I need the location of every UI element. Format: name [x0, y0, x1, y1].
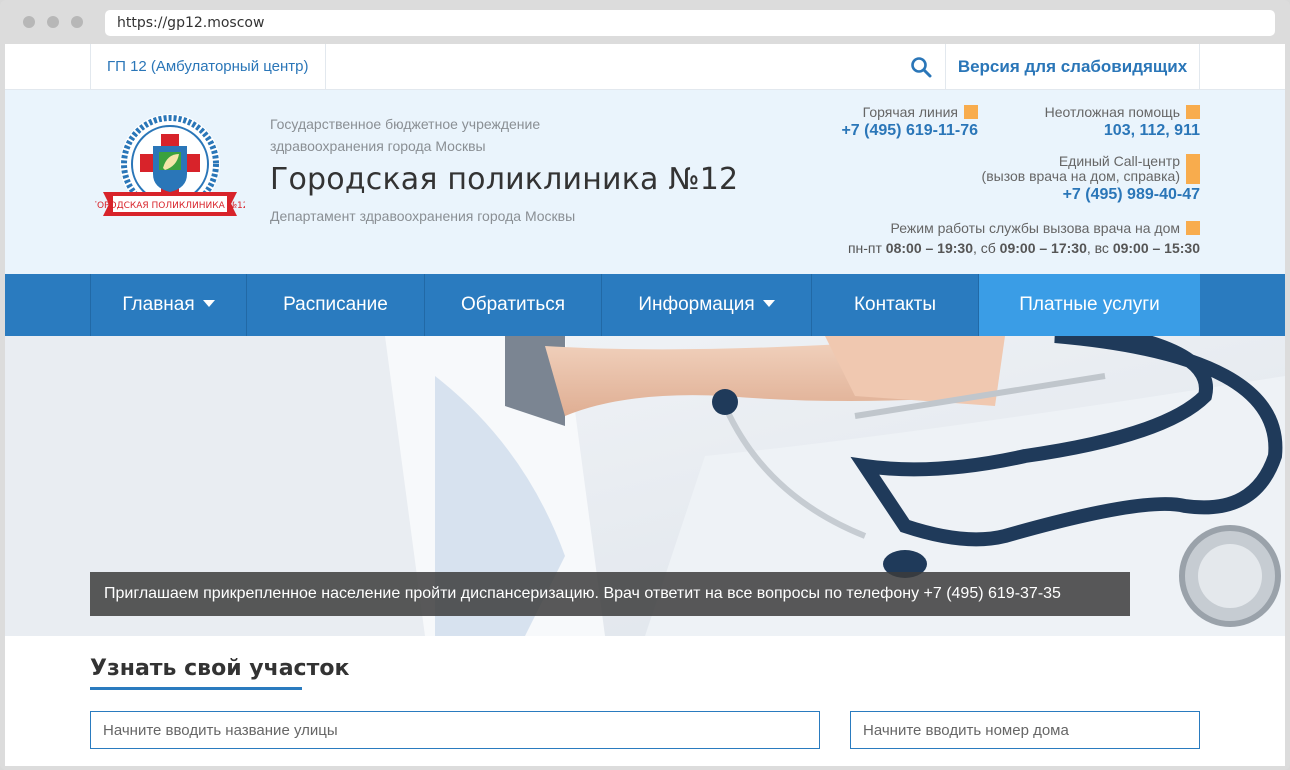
brand-link[interactable]: ГП 12 (Амбулаторный центр)	[90, 44, 326, 90]
urgent-care-block: Неотложная помощь 103, 112, 911	[1045, 104, 1200, 140]
window-minimize-dot[interactable]	[47, 16, 59, 28]
street-input[interactable]	[90, 711, 820, 749]
browser-toolbar: https://gp12.moscow	[0, 0, 1290, 44]
hotline-label: Горячая линия	[862, 104, 958, 120]
caret-down-icon	[202, 300, 215, 307]
hero-banner: Приглашаем прикрепленное население пройт…	[5, 336, 1285, 636]
home-visit-hours-block: Режим работы службы вызова врача на дом …	[848, 220, 1200, 256]
orange-marker-icon	[1186, 105, 1200, 119]
search-icon[interactable]	[910, 56, 932, 78]
browser-window: https://gp12.moscow ГП 12 (Амбулаторный …	[0, 0, 1290, 770]
district-lookup-title: Узнать свой участок	[90, 656, 350, 681]
house-number-input[interactable]	[850, 711, 1200, 749]
address-bar[interactable]: https://gp12.moscow	[105, 10, 1275, 36]
hotline-block: Горячая линия +7 (495) 619-11-76	[841, 104, 978, 140]
site-title: Городская поликлиника №12	[270, 162, 739, 197]
clinic-logo[interactable]: ГОРОДСКАЯ ПОЛИКЛИНИКА №12	[91, 112, 249, 232]
urgent-care-numbers[interactable]: 103, 112, 911	[1045, 122, 1200, 140]
caret-down-icon	[762, 300, 775, 307]
org-type-line2: здравоохранения города Москвы	[270, 138, 486, 154]
announcement-banner[interactable]: Приглашаем прикрепленное население пройт…	[90, 572, 1130, 616]
nav-item-home[interactable]: Главная	[90, 274, 246, 336]
main-navigation: Главная Расписание Обратиться Информация…	[5, 274, 1285, 336]
page-viewport: ГП 12 (Амбулаторный центр) Версия для сл…	[5, 44, 1285, 766]
title-underline	[90, 687, 302, 690]
hotline-phone[interactable]: +7 (495) 619-11-76	[841, 122, 978, 140]
call-center-sublabel: (вызов врача на дом, справка)	[981, 168, 1180, 184]
nav-item-information[interactable]: Информация	[601, 274, 811, 336]
nav-item-contacts[interactable]: Контакты	[811, 274, 978, 336]
org-type-line1: Государственное бюджетное учреждение	[270, 116, 541, 132]
department-name: Департамент здравоохранения города Москв…	[270, 208, 576, 224]
orange-marker-icon	[1186, 221, 1200, 235]
call-center-block: Единый Call-центр (вызов врача на дом, с…	[982, 154, 1200, 204]
nav-item-contact-us[interactable]: Обратиться	[424, 274, 601, 336]
top-strip: ГП 12 (Амбулаторный центр) Версия для сл…	[5, 44, 1285, 90]
call-center-label: Единый Call-центр	[1058, 153, 1180, 169]
site-header: ГОРОДСКАЯ ПОЛИКЛИНИКА №12 Государственно…	[5, 90, 1285, 274]
logo-ribbon-text: ГОРОДСКАЯ ПОЛИКЛИНИКА №12	[95, 201, 245, 211]
window-close-dot[interactable]	[23, 16, 35, 28]
accessibility-version-link[interactable]: Версия для слабовидящих	[945, 44, 1200, 90]
orange-marker-icon	[964, 105, 978, 119]
window-maximize-dot[interactable]	[71, 16, 83, 28]
orange-marker-icon	[1186, 154, 1200, 184]
home-visit-hours-value: пн-пт 08:00 – 19:30, сб 09:00 – 17:30, в…	[847, 240, 1200, 256]
call-center-phone[interactable]: +7 (495) 989-40-47	[982, 186, 1200, 204]
nav-item-schedule[interactable]: Расписание	[246, 274, 424, 336]
nav-item-paid-services[interactable]: Платные услуги	[978, 274, 1200, 336]
urgent-care-label: Неотложная помощь	[1044, 104, 1180, 120]
home-visit-hours-label: Режим работы службы вызова врача на дом	[890, 220, 1180, 236]
